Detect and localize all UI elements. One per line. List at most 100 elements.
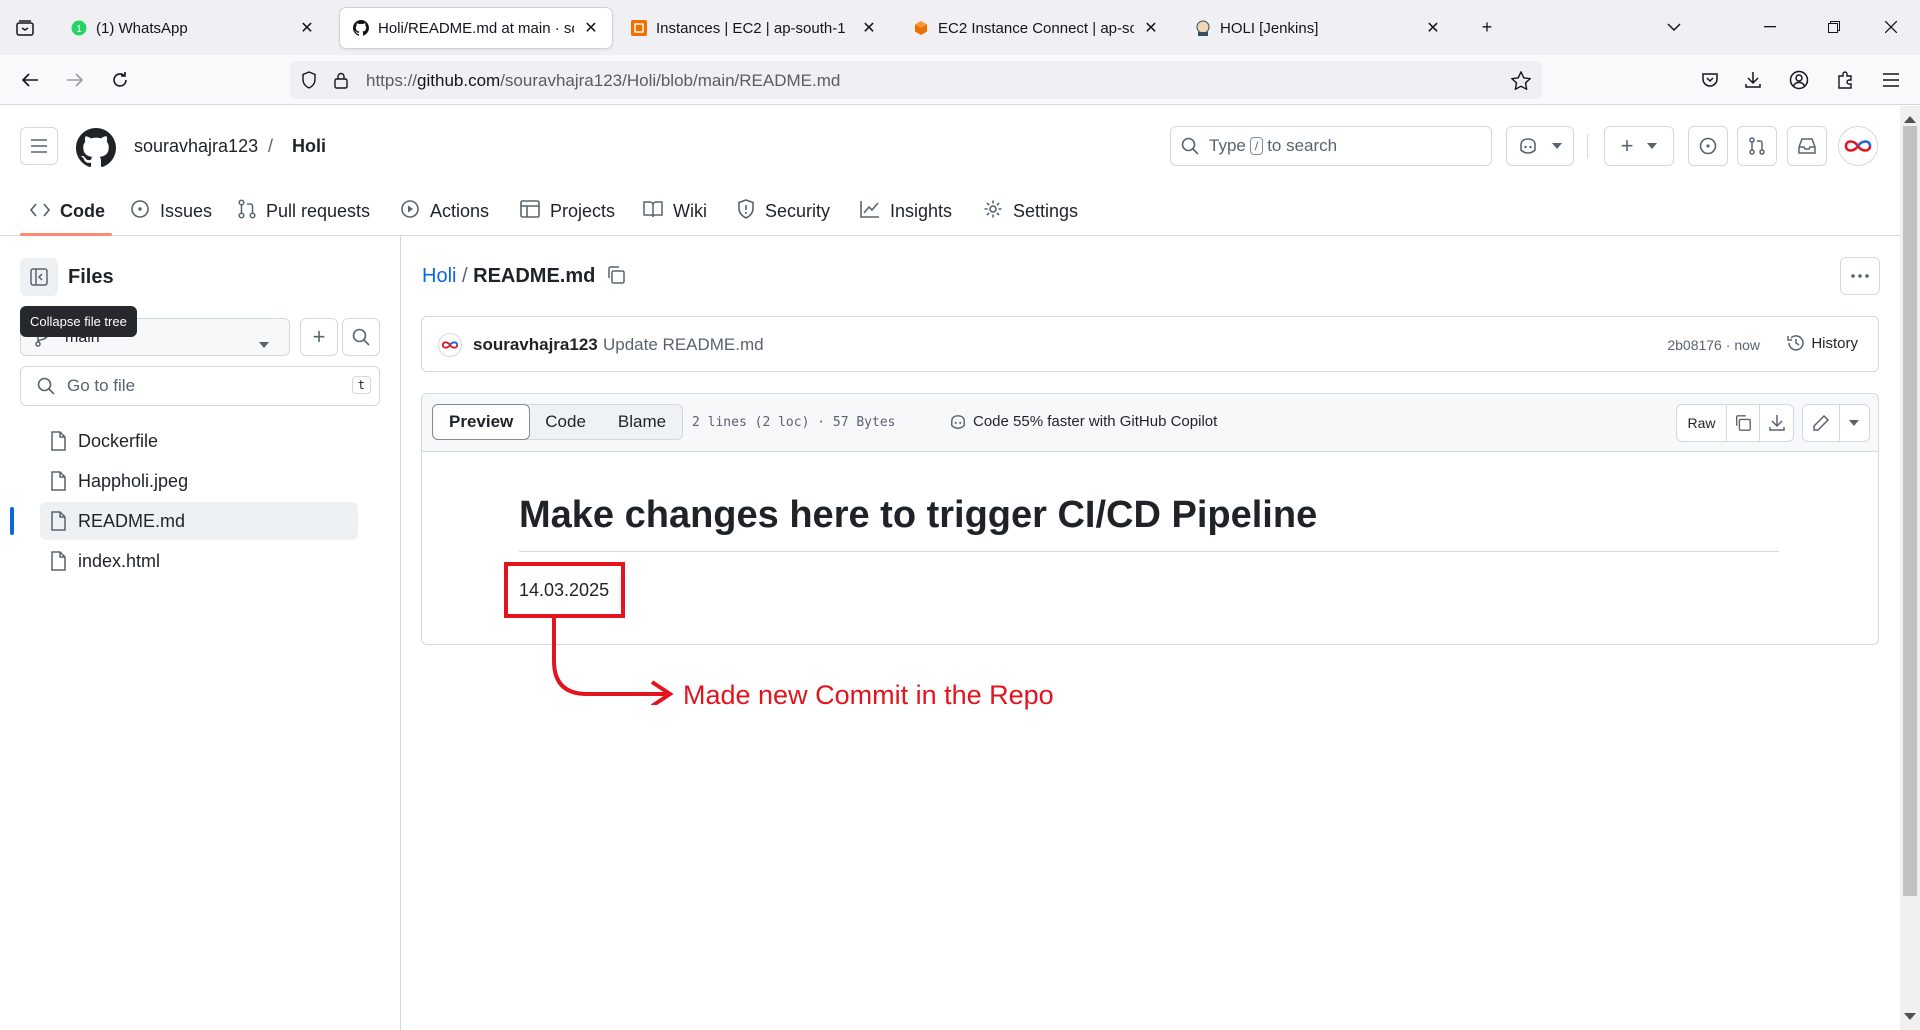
extensions-icon[interactable] xyxy=(1830,65,1860,95)
more-options-button[interactable] xyxy=(1840,257,1880,295)
copy-icon xyxy=(1734,414,1752,432)
tab-actions[interactable]: Actions xyxy=(400,186,489,236)
file-icon xyxy=(50,431,78,451)
tab-code[interactable]: Code xyxy=(29,186,105,236)
commit-author-link[interactable]: souravhajra123 xyxy=(473,335,598,355)
file-toolbar: Preview Code Blame 2 lines (2 loc) · 57 … xyxy=(422,394,1878,452)
chevron-down-icon xyxy=(1552,143,1562,149)
file-item-readme[interactable]: README.md xyxy=(40,502,358,540)
active-file-marker xyxy=(10,507,14,535)
raw-button[interactable]: Raw xyxy=(1677,405,1727,441)
owner-link[interactable]: souravhajra123 xyxy=(134,136,258,157)
copilot-promo[interactable]: Code 55% faster with GitHub Copilot xyxy=(949,413,1217,430)
commit-message-link[interactable]: Update README.md xyxy=(603,335,764,355)
code-tab[interactable]: Code xyxy=(529,405,602,439)
collapse-file-tree-button[interactable] xyxy=(20,258,58,296)
tab-label: Projects xyxy=(550,200,616,221)
tab-security[interactable]: Security xyxy=(737,186,830,236)
minimize-icon[interactable] xyxy=(1755,12,1785,42)
search-input[interactable]: Type / to search xyxy=(1170,126,1492,166)
tab-wiki[interactable]: Wiki xyxy=(643,186,707,236)
search-files-button[interactable] xyxy=(342,318,380,356)
tab-ec2-instances[interactable]: Instances | EC2 | ap-south-1 ✕ xyxy=(618,8,890,48)
repo-link[interactable]: Holi xyxy=(292,136,326,157)
tab-issues[interactable]: Issues xyxy=(130,186,212,236)
forward-icon[interactable] xyxy=(60,65,90,95)
github-logo-icon[interactable] xyxy=(76,128,116,173)
commit-time: now xyxy=(1734,337,1760,353)
tab-ec2-connect[interactable]: EC2 Instance Connect | ap-south-1 ✕ xyxy=(900,8,1172,48)
edit-options-dropdown[interactable] xyxy=(1840,405,1869,441)
inbox-icon xyxy=(1798,138,1816,154)
tab-jenkins[interactable]: HOLI [Jenkins] ✕ xyxy=(1182,8,1454,48)
hamburger-menu-button[interactable] xyxy=(20,127,58,165)
download-icon xyxy=(1768,414,1786,432)
play-icon xyxy=(400,199,430,224)
blame-tab[interactable]: Blame xyxy=(602,405,682,439)
page-scrollbar[interactable] xyxy=(1900,106,1920,1030)
pocket-icon[interactable] xyxy=(1695,65,1725,95)
git-pull-request-icon xyxy=(1749,137,1765,155)
book-icon xyxy=(643,200,673,223)
commit-sha[interactable]: 2b08176 xyxy=(1667,337,1722,353)
copilot-button[interactable] xyxy=(1506,126,1574,166)
lock-icon[interactable] xyxy=(330,69,352,91)
svg-text:1: 1 xyxy=(76,24,82,35)
edit-file-button[interactable] xyxy=(1803,405,1840,441)
bookmark-star-icon[interactable] xyxy=(1510,69,1532,91)
close-tab-icon[interactable]: ✕ xyxy=(1424,19,1442,37)
commit-author-avatar[interactable] xyxy=(438,333,462,357)
aws-ec2-icon xyxy=(630,19,648,37)
plus-icon: + xyxy=(1620,133,1634,158)
shield-icon[interactable] xyxy=(298,69,320,91)
tab-label: Pull requests xyxy=(266,200,371,221)
close-tab-icon[interactable]: ✕ xyxy=(1142,19,1160,37)
download-raw-button[interactable] xyxy=(1760,405,1793,441)
pencil-icon xyxy=(1812,414,1830,432)
tab-label: Settings xyxy=(1013,200,1079,221)
file-item-index[interactable]: index.html xyxy=(40,542,358,580)
close-tab-icon[interactable]: ✕ xyxy=(298,19,316,37)
downloads-icon[interactable] xyxy=(1738,65,1768,95)
tab-insights[interactable]: Insights xyxy=(860,186,952,236)
tab-projects[interactable]: Projects xyxy=(520,186,615,236)
tab-settings[interactable]: Settings xyxy=(983,186,1078,236)
new-tab-icon[interactable]: + xyxy=(1472,12,1502,42)
commit-sha-time[interactable]: 2b08176 · now xyxy=(1667,337,1760,353)
close-window-icon[interactable] xyxy=(1876,12,1906,42)
history-button[interactable]: History xyxy=(1787,334,1858,352)
go-to-file-input[interactable]: Go to file t xyxy=(20,366,380,406)
account-icon[interactable] xyxy=(1784,65,1814,95)
inbox-button[interactable] xyxy=(1787,126,1827,166)
close-tab-icon[interactable]: ✕ xyxy=(860,19,878,37)
address-bar[interactable]: https://github.com/souravhajra123/Holi/b… xyxy=(290,61,1542,99)
breadcrumb-separator: / xyxy=(268,136,274,156)
list-all-tabs-icon[interactable] xyxy=(1659,12,1689,42)
preview-tab[interactable]: Preview xyxy=(432,404,531,440)
reload-icon[interactable] xyxy=(105,65,135,95)
file-icon xyxy=(50,511,78,531)
scroll-down-arrow-icon[interactable] xyxy=(1904,1008,1916,1026)
add-file-button[interactable]: + xyxy=(300,318,338,356)
copy-path-icon[interactable] xyxy=(606,265,626,290)
avatar[interactable] xyxy=(1838,126,1878,166)
copy-raw-button[interactable] xyxy=(1727,405,1760,441)
repo-link[interactable]: Holi xyxy=(422,265,456,287)
tab-pull-requests[interactable]: Pull requests xyxy=(238,186,370,236)
file-item-dockerfile[interactable]: Dockerfile xyxy=(40,422,358,460)
menu-icon[interactable] xyxy=(1876,65,1906,95)
issues-button[interactable] xyxy=(1688,126,1728,166)
tab-list-icon[interactable] xyxy=(10,14,40,42)
create-new-button[interactable]: + xyxy=(1604,126,1674,166)
pull-requests-button[interactable] xyxy=(1737,126,1777,166)
scrollbar-thumb[interactable] xyxy=(1903,126,1917,896)
tab-github-readme[interactable]: Holi/README.md at main · souravhajra123/… xyxy=(340,8,612,48)
file-item-happholi[interactable]: Happholi.jpeg xyxy=(40,462,358,500)
restore-icon[interactable] xyxy=(1819,12,1849,42)
close-tab-icon[interactable]: ✕ xyxy=(582,19,600,37)
annotation-label: Made new Commit in the Repo xyxy=(683,680,1054,710)
back-icon[interactable] xyxy=(15,65,45,95)
aws-cube-icon xyxy=(912,19,930,37)
tab-whatsapp[interactable]: 1 (1) WhatsApp ✕ xyxy=(58,8,328,48)
tab-label: Insights xyxy=(890,200,953,221)
